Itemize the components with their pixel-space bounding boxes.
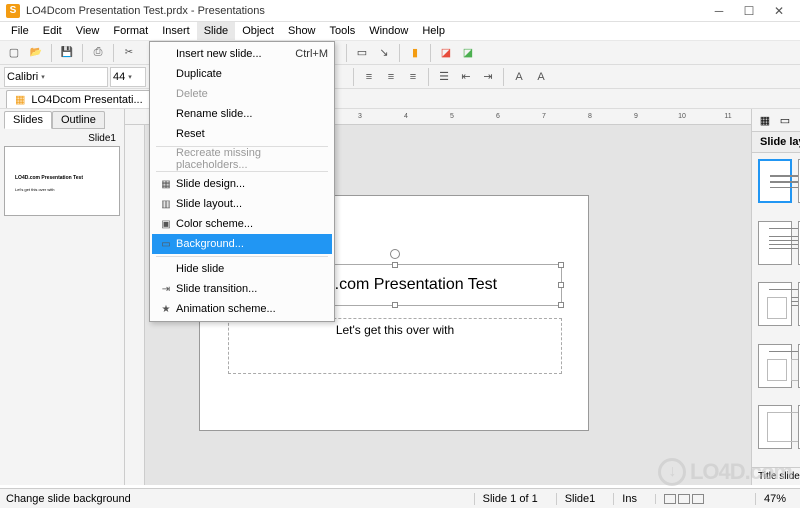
document-tab-label: LO4Dcom Presentati... bbox=[31, 94, 142, 106]
menu-item-rename-slide[interactable]: Rename slide... bbox=[152, 104, 332, 124]
toolbar-formatting: Calibri▾ 44▾ ≡ ≡ ≡ ☰ ⇤ ⇥ A A bbox=[0, 65, 800, 89]
status-zoom[interactable]: 47% bbox=[755, 493, 794, 505]
menu-item-slide-layout[interactable]: ▥Slide layout... bbox=[152, 194, 332, 214]
cut-button[interactable] bbox=[119, 43, 139, 63]
maximize-button[interactable]: ☐ bbox=[734, 1, 764, 21]
slide-menu-dropdown[interactable]: Insert new slide...Ctrl+MDuplicateDelete… bbox=[149, 41, 335, 322]
document-tab-bar: ▦ LO4Dcom Presentati... ✕ bbox=[0, 89, 800, 109]
window-titlebar: S LO4Dcom Presentation Test.prdx - Prese… bbox=[0, 0, 800, 22]
watermark: ↓ LO4D.com bbox=[658, 458, 792, 486]
ruler-vertical[interactable] bbox=[125, 125, 145, 485]
save-button[interactable] bbox=[57, 43, 77, 63]
new-button[interactable] bbox=[4, 43, 24, 63]
menu-view[interactable]: View bbox=[69, 22, 107, 40]
menu-window[interactable]: Window bbox=[362, 22, 415, 40]
document-icon: ▦ bbox=[15, 93, 25, 106]
watermark-icon: ↓ bbox=[658, 458, 686, 486]
layout-option-4[interactable] bbox=[758, 282, 792, 326]
toolbar-standard: ▭ ↘ ▮ ◪ ◪ bbox=[0, 41, 800, 65]
align-right-button[interactable]: ≡ bbox=[403, 67, 423, 87]
window-title: LO4Dcom Presentation Test.prdx - Present… bbox=[26, 5, 704, 17]
status-slide-name: Slide1 bbox=[556, 493, 604, 505]
document-tab[interactable]: ▦ LO4Dcom Presentati... ✕ bbox=[6, 90, 167, 108]
menu-item-slide-transition[interactable]: ⇥Slide transition... bbox=[152, 279, 332, 299]
menu-item-background[interactable]: ▭Background... bbox=[152, 234, 332, 254]
rotation-handle[interactable] bbox=[390, 249, 400, 259]
align-left-button[interactable]: ≡ bbox=[359, 67, 379, 87]
arrow-tool[interactable]: ↘ bbox=[374, 43, 394, 63]
menu-item-hide-slide[interactable]: Hide slide bbox=[152, 259, 332, 279]
menu-item-slide-design[interactable]: ▦Slide design... bbox=[152, 174, 332, 194]
layout-panel: ▦▭▥★ Slide layout Title slide bbox=[751, 109, 800, 485]
font-family-select[interactable]: Calibri▾ bbox=[4, 67, 108, 87]
menubar: FileEditViewFormatInsertSlideObjectShowT… bbox=[0, 22, 800, 41]
panel-tab-outline[interactable]: Outline bbox=[52, 111, 105, 129]
open-button[interactable] bbox=[26, 43, 46, 63]
menu-item-insert-new-slide[interactable]: Insert new slide...Ctrl+M bbox=[152, 44, 332, 64]
subtitle-text[interactable]: Let's get this over with bbox=[336, 323, 454, 337]
menu-item-duplicate[interactable]: Duplicate bbox=[152, 64, 332, 84]
layout-option-0[interactable] bbox=[758, 159, 792, 203]
layout-panel-header: Slide layout bbox=[752, 131, 800, 153]
font-size-select[interactable]: 44▾ bbox=[110, 67, 146, 87]
app-icon: S bbox=[6, 4, 20, 18]
slide-thumbnail[interactable]: LO4D.com Presentation TestLet's get this… bbox=[4, 146, 120, 216]
status-slide-of: Slide 1 of 1 bbox=[474, 493, 546, 505]
layout-option-2[interactable] bbox=[758, 221, 792, 265]
menu-item-color-scheme[interactable]: ▣Color scheme... bbox=[152, 214, 332, 234]
highlight-button[interactable]: A bbox=[531, 67, 551, 87]
menu-help[interactable]: Help bbox=[415, 22, 452, 40]
print-button[interactable] bbox=[88, 43, 108, 63]
chart-tool[interactable]: ▮ bbox=[405, 43, 425, 63]
rect-tool[interactable]: ▭ bbox=[352, 43, 372, 63]
menu-insert[interactable]: Insert bbox=[155, 22, 197, 40]
menu-item-animation-scheme[interactable]: ★Animation scheme... bbox=[152, 299, 332, 319]
minimize-button[interactable]: ─ bbox=[704, 1, 734, 21]
menu-format[interactable]: Format bbox=[106, 22, 155, 40]
security-icon[interactable]: ◪ bbox=[436, 43, 456, 63]
statusbar: Change slide background Slide 1 of 1 Sli… bbox=[0, 488, 800, 508]
menu-edit[interactable]: Edit bbox=[36, 22, 69, 40]
bullets-button[interactable]: ☰ bbox=[434, 67, 454, 87]
menu-object[interactable]: Object bbox=[235, 22, 281, 40]
indent-dec-button[interactable]: ⇤ bbox=[456, 67, 476, 87]
menu-file[interactable]: File bbox=[4, 22, 36, 40]
menu-show[interactable]: Show bbox=[281, 22, 323, 40]
watermark-text: LO4D.com bbox=[690, 459, 792, 485]
status-hint: Change slide background bbox=[6, 493, 464, 505]
layout-option-8[interactable] bbox=[758, 405, 792, 449]
layout-option-6[interactable] bbox=[758, 344, 792, 388]
subtitle-textbox[interactable]: Let's get this over with bbox=[228, 318, 562, 374]
menu-tools[interactable]: Tools bbox=[323, 22, 363, 40]
layout-toolbar-icon-0[interactable]: ▦ bbox=[758, 113, 772, 127]
menu-item-delete: Delete bbox=[152, 84, 332, 104]
indent-inc-button[interactable]: ⇥ bbox=[478, 67, 498, 87]
menu-item-reset[interactable]: Reset bbox=[152, 124, 332, 144]
menu-item-recreate-missing-placeholders: Recreate missing placeholders... bbox=[152, 149, 332, 169]
footer-icons[interactable] bbox=[655, 494, 745, 504]
panel-tab-slides[interactable]: Slides bbox=[4, 111, 52, 129]
thumb-label: Slide1 bbox=[4, 133, 120, 144]
help-icon[interactable]: ◪ bbox=[458, 43, 478, 63]
layout-toolbar-icon-1[interactable]: ▭ bbox=[778, 113, 792, 127]
align-center-button[interactable]: ≡ bbox=[381, 67, 401, 87]
status-insert-mode: Ins bbox=[613, 493, 645, 505]
menu-slide[interactable]: Slide bbox=[197, 22, 235, 40]
close-button[interactable]: ✕ bbox=[764, 1, 794, 21]
text-color-button[interactable]: A bbox=[509, 67, 529, 87]
slide-panel: SlidesOutline Slide1 LO4D.com Presentatio… bbox=[0, 109, 125, 485]
